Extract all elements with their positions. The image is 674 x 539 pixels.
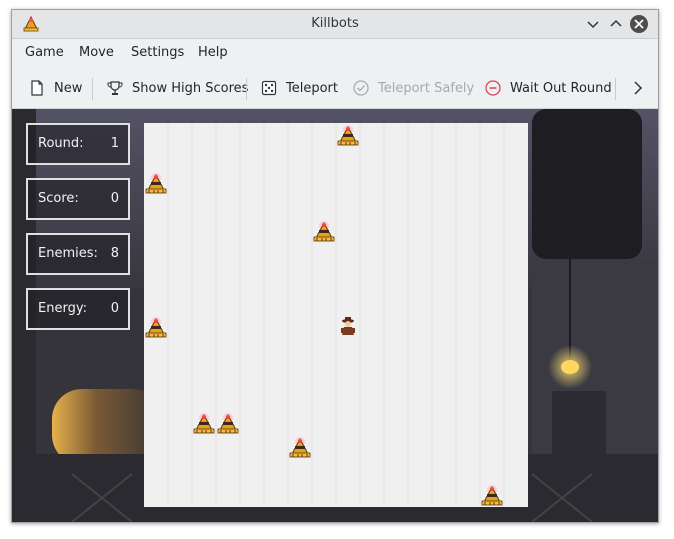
energy-value: 0: [110, 301, 119, 316]
checkmark-circle-icon: [352, 79, 370, 97]
hero-player: [336, 315, 360, 339]
wait-out-round-button[interactable]: Wait Out Round: [484, 75, 612, 101]
new-game-button[interactable]: New: [28, 75, 82, 101]
new-game-label: New: [54, 80, 83, 96]
close-button[interactable]: [629, 14, 649, 34]
robot-enemy: [480, 483, 504, 507]
maximize-button[interactable]: [606, 14, 626, 34]
round-value: 1: [110, 136, 119, 151]
score-value: 0: [110, 191, 119, 206]
round-stat: Round: 1: [26, 123, 130, 165]
robot-enemy: [144, 315, 168, 339]
title-bar[interactable]: Killbots: [12, 10, 658, 39]
teleport-safely-button[interactable]: Teleport Safely: [352, 75, 474, 101]
menu-bar: Game Move Settings Help: [12, 39, 658, 67]
minimize-button[interactable]: [583, 14, 603, 34]
enemies-value: 8: [110, 246, 119, 261]
menu-settings[interactable]: Settings: [131, 45, 184, 60]
toolbar-separator: [615, 78, 616, 100]
stop-circle-icon: [484, 79, 502, 97]
teleport-safely-label: Teleport Safely: [378, 80, 475, 96]
toolbar-overflow-button[interactable]: [632, 75, 644, 101]
show-high-scores-button[interactable]: Show High Scores: [106, 75, 248, 101]
robot-enemy: [288, 435, 312, 459]
robot-enemy: [144, 171, 168, 195]
energy-label: Energy:: [38, 301, 87, 316]
score-stat: Score: 0: [26, 178, 130, 220]
menu-help[interactable]: Help: [198, 45, 228, 60]
window-title: Killbots: [311, 16, 359, 31]
menu-game[interactable]: Game: [25, 45, 64, 60]
dice-icon: [260, 79, 278, 97]
toolbar-separator: [92, 78, 93, 100]
toolbar-separator: [246, 78, 247, 100]
score-label: Score:: [38, 191, 79, 206]
chevron-right-icon: [634, 81, 643, 95]
teleport-label: Teleport: [286, 80, 338, 96]
close-icon: [630, 15, 648, 33]
robot-enemy: [216, 411, 240, 435]
app-window: Killbots Game Move Settings Help New Sho…: [11, 9, 659, 523]
new-document-icon: [28, 79, 46, 97]
enemies-label: Enemies:: [38, 246, 98, 261]
game-board[interactable]: [144, 123, 528, 507]
robot-enemy: [336, 123, 360, 147]
robot-enemy: [312, 219, 336, 243]
robot-enemy: [192, 411, 216, 435]
energy-stat: Energy: 0: [26, 288, 130, 330]
show-high-scores-label: Show High Scores: [132, 80, 249, 96]
menu-move[interactable]: Move: [79, 45, 114, 60]
trophy-icon: [106, 79, 124, 97]
toolbar: New Show High Scores Teleport Teleport S…: [12, 68, 658, 109]
wait-out-round-label: Wait Out Round: [510, 80, 612, 96]
chevron-up-icon: [610, 19, 622, 27]
chevron-down-icon: [587, 21, 599, 29]
teleport-button[interactable]: Teleport: [260, 75, 338, 101]
enemies-stat: Enemies: 8: [26, 233, 130, 275]
round-label: Round:: [38, 136, 84, 151]
game-area: Round: 1 Score: 0 Enemies: 8 Energy: 0: [12, 109, 658, 522]
